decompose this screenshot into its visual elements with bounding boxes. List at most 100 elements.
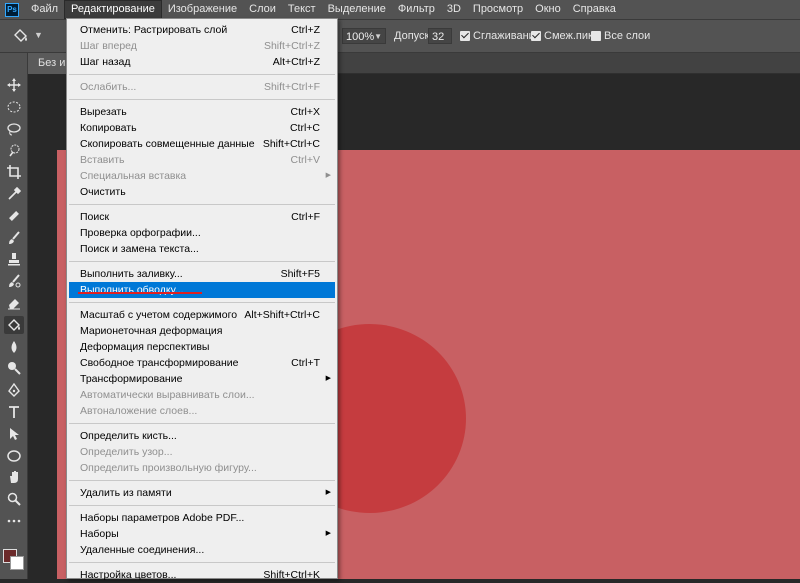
eyedropper-icon[interactable]: [4, 185, 24, 203]
menu-item[interactable]: Поиск Ctrl+F: [67, 209, 337, 225]
submenu-arrow-icon: ▶: [325, 172, 331, 179]
lasso-icon[interactable]: [4, 120, 24, 138]
menu-item[interactable]: Шаг назад Alt+Ctrl+Z: [67, 54, 337, 70]
contiguous-checkbox[interactable]: [531, 31, 541, 41]
red-annotation-underline: [78, 292, 202, 294]
menu-item: Шаг вперед Shift+Ctrl+Z: [67, 38, 337, 54]
menu-item-label: Определить кисть...: [80, 430, 177, 442]
antialias-checkbox[interactable]: [460, 31, 470, 41]
menu-item-shortcut: Alt+Ctrl+Z: [272, 56, 320, 68]
move-icon[interactable]: [4, 76, 24, 94]
marquee-icon[interactable]: [4, 98, 24, 116]
menu-separator: [69, 204, 335, 205]
menu-item-shortcut: Ctrl+F: [291, 211, 320, 223]
menu-item[interactable]: Справка: [567, 0, 622, 19]
tools-panel: [0, 53, 28, 579]
hand-icon[interactable]: [4, 468, 24, 486]
menu-item[interactable]: Удаленные соединения...: [67, 542, 337, 558]
menu-item-label: Проверка орфографии...: [80, 227, 201, 239]
menu-item[interactable]: Фильтр: [392, 0, 441, 19]
menu-item[interactable]: Наборы параметров Adobe PDF...: [67, 510, 337, 526]
menu-item[interactable]: Просмотр: [467, 0, 529, 19]
menu-item[interactable]: Окно: [529, 0, 567, 19]
menu-item-label: Очистить: [80, 186, 126, 198]
menu-item[interactable]: Деформация перспективы: [67, 339, 337, 355]
menu-item-label: Копировать: [80, 122, 137, 134]
menu-separator: [69, 562, 335, 563]
zoom-icon[interactable]: [4, 490, 24, 508]
menu-item[interactable]: 3D: [441, 0, 467, 19]
menu-separator: [69, 505, 335, 506]
eraser-icon[interactable]: [4, 294, 24, 312]
menu-item-label: Вырезать: [80, 106, 127, 118]
menu-item[interactable]: Вырезать Ctrl+X: [67, 104, 337, 120]
blur-icon[interactable]: [4, 338, 24, 356]
submenu-arrow-icon: ▶: [325, 375, 331, 382]
menu-item[interactable]: Изображение: [162, 0, 243, 19]
menu-item-label: Выполнить заливку...: [80, 268, 183, 280]
menu-item-label: Определить произвольную фигуру...: [80, 462, 257, 474]
menu-item: Автоналожение слоев...: [67, 403, 337, 419]
menu-item-shortcut: Ctrl+V: [290, 154, 320, 166]
menu-item-shortcut: Ctrl+Z: [291, 24, 320, 36]
paint-bucket-icon[interactable]: [12, 28, 30, 44]
menu-items: Файл Редактирование Изображение Слои Текст Вы…: [25, 0, 622, 19]
opacity-select[interactable]: 100% ▼: [342, 28, 386, 44]
healing-icon[interactable]: [4, 207, 24, 225]
menu-item[interactable]: Скопировать совмещенные данные Shift+Ctrl…: [67, 136, 337, 152]
type-icon[interactable]: [4, 403, 24, 421]
menu-item-label: Масштаб с учетом содержимого: [80, 309, 238, 321]
dodge-icon[interactable]: [4, 359, 24, 377]
menu-item[interactable]: Удалить из памяти ▶: [67, 485, 337, 501]
menu-item: Ослабить... Shift+Ctrl+F: [67, 79, 337, 95]
menu-item[interactable]: Поиск и замена текста...: [67, 241, 337, 257]
pen-icon[interactable]: [4, 381, 24, 399]
ellipse-icon[interactable]: [4, 447, 24, 465]
menu-item[interactable]: Копировать Ctrl+C: [67, 120, 337, 136]
menu-item[interactable]: Текст: [282, 0, 322, 19]
more-icon[interactable]: [4, 512, 24, 530]
path-select-icon[interactable]: [4, 425, 24, 443]
history-brush-icon[interactable]: [4, 272, 24, 290]
menu-item-label: Удаленные соединения...: [80, 544, 205, 556]
menu-item[interactable]: Определить кисть...: [67, 428, 337, 444]
menu-item: Автоматически выравнивать слои...: [67, 387, 337, 403]
menu-item-stroke-highlighted[interactable]: Выполнить обводку...: [69, 282, 335, 298]
menu-item[interactable]: Очистить: [67, 184, 337, 200]
chevron-down-icon[interactable]: ▼: [34, 30, 43, 40]
all-layers-checkbox[interactable]: [591, 31, 601, 41]
background-color-swatch[interactable]: [10, 556, 24, 570]
menu-item[interactable]: Свободное трансформирование Ctrl+T: [67, 355, 337, 371]
menu-item[interactable]: Трансформирование ▶: [67, 371, 337, 387]
tolerance-label: Допуск:: [394, 30, 433, 42]
brush-icon[interactable]: [4, 229, 24, 247]
menu-item[interactable]: Отменить: Растрировать слой Ctrl+Z: [67, 22, 337, 38]
menu-item-shortcut: Ctrl+X: [290, 106, 320, 118]
menu-item-label: Наборы: [80, 528, 119, 540]
menu-item: Специальная вставка ▶: [67, 168, 337, 184]
tolerance-input[interactable]: 32: [428, 28, 452, 44]
menu-item[interactable]: Наборы ▶: [67, 526, 337, 542]
menu-edit-active[interactable]: Редактирование: [64, 0, 162, 19]
edit-menu-dropdown: Отменить: Растрировать слой Ctrl+Z Шаг впе…: [66, 18, 338, 581]
menu-item-shortcut: Alt+Shift+Ctrl+C: [244, 309, 320, 321]
menu-separator: [69, 480, 335, 481]
menu-item[interactable]: Проверка орфографии...: [67, 225, 337, 241]
menu-item[interactable]: Настройка цветов... Shift+Ctrl+K: [67, 567, 337, 583]
menu-item[interactable]: Марионеточная деформация: [67, 323, 337, 339]
paint-bucket-icon[interactable]: [4, 315, 24, 334]
chevron-down-icon: ▼: [374, 32, 382, 41]
quick-select-icon[interactable]: [4, 141, 24, 159]
menu-item-label: Настройка цветов...: [80, 569, 177, 581]
stamp-icon[interactable]: [4, 250, 24, 268]
menu-item[interactable]: Файл: [25, 0, 64, 19]
menu-bar: Ps Файл Редактирование Изображение Слои Текс…: [0, 0, 800, 19]
crop-icon[interactable]: [4, 163, 24, 181]
menu-item[interactable]: Выделение: [322, 0, 392, 19]
menu-item[interactable]: Выполнить заливку... Shift+F5: [67, 266, 337, 282]
menu-item[interactable]: Слои: [243, 0, 282, 19]
menu-item-label: Скопировать совмещенные данные: [80, 138, 255, 150]
menu-item[interactable]: Масштаб с учетом содержимого Alt+Shift+Ct…: [67, 307, 337, 323]
menu-item-shortcut: Shift+F5: [280, 268, 320, 280]
menu-item-shortcut: Ctrl+C: [289, 122, 320, 134]
